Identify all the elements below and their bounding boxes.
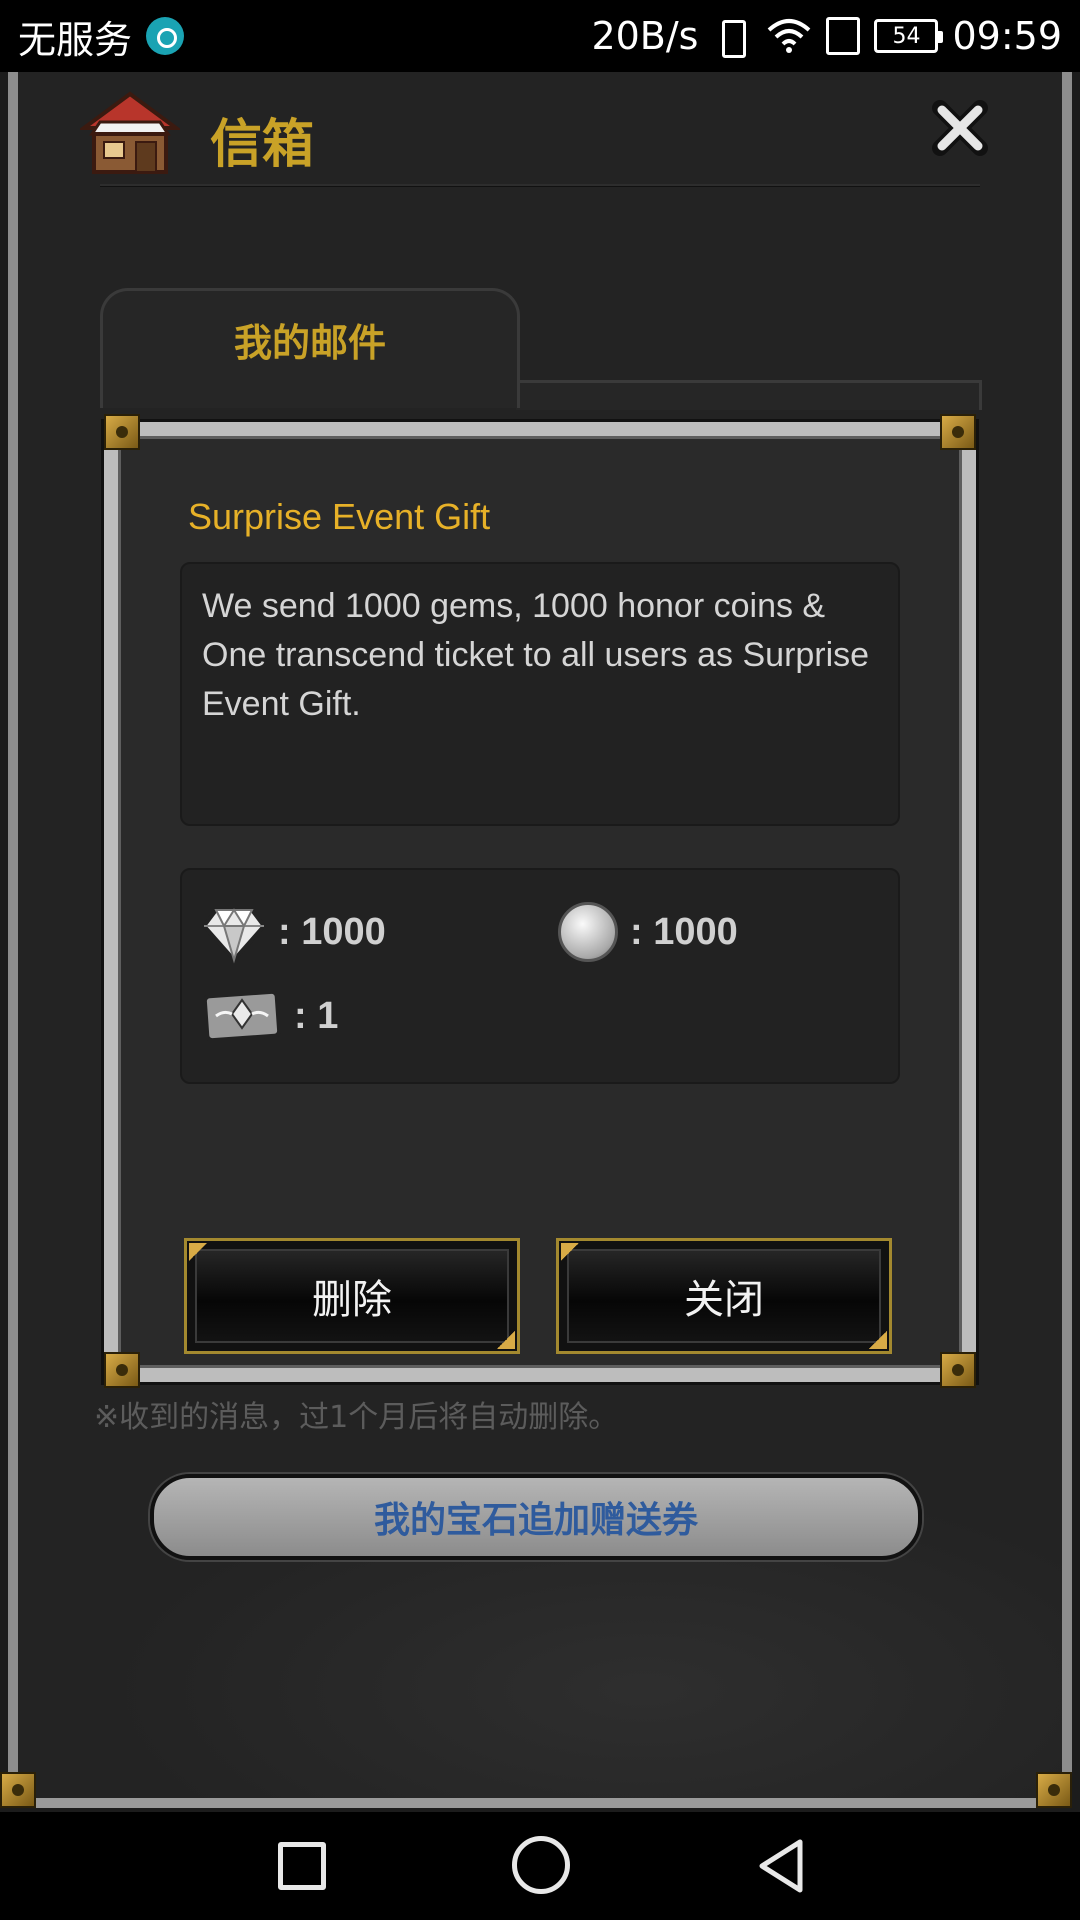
- clock: 09:59: [952, 14, 1062, 58]
- status-right: 20B/s 54 09:59: [591, 14, 1062, 58]
- dialog-corner: [940, 1352, 976, 1388]
- frame-corner: [1036, 1772, 1072, 1808]
- delete-button[interactable]: 删除: [184, 1238, 520, 1354]
- dialog-corner: [104, 414, 140, 450]
- dialog-corner: [104, 1352, 140, 1388]
- gem-bonus-coupon-button[interactable]: 我的宝石追加赠送券: [150, 1474, 922, 1560]
- tab-label: 我的邮件: [233, 321, 386, 365]
- navigation-bar: [0, 1812, 1080, 1920]
- mail-title: Surprise Event Gift: [188, 496, 491, 537]
- mail-detail-dialog: Surprise Event Gift We send 1000 gems, 1…: [104, 422, 976, 1382]
- dialog-corner: [940, 414, 976, 450]
- delete-button-label: 删除: [312, 1277, 392, 1323]
- status-bar: 无服务 20B/s 54 09:59: [0, 0, 1080, 72]
- wifi-icon: [768, 19, 811, 53]
- status-left: 无服务: [18, 9, 185, 64]
- home-icon[interactable]: [512, 1836, 570, 1894]
- reward-value: : 1000: [278, 910, 386, 953]
- gem-icon: [202, 908, 266, 964]
- game-area: 信箱 我的邮件 Surprise Event Gift We send 1000…: [0, 72, 1080, 1812]
- header-divider: [100, 184, 980, 187]
- mailbox-header: 信箱: [80, 82, 988, 192]
- sim-icon: [826, 17, 861, 55]
- recent-apps-icon[interactable]: [278, 1842, 326, 1890]
- reward-value: : 1: [294, 994, 339, 1037]
- mail-body: We send 1000 gems, 1000 honor coins & On…: [180, 562, 900, 826]
- back-icon[interactable]: [756, 1838, 806, 1894]
- timer-icon: [146, 17, 185, 55]
- tab-strip: [516, 380, 982, 410]
- gem-bonus-coupon-label: 我的宝石追加赠送券: [373, 1500, 698, 1541]
- auto-delete-notice: ※收到的消息，过1个月后将自动删除。: [94, 1400, 619, 1435]
- reward-gems: : 1000: [202, 900, 386, 964]
- reward-box: : 1000 : 1000 : 1: [180, 868, 900, 1084]
- reward-value: : 1000: [630, 910, 738, 953]
- battery-icon: 54: [874, 19, 944, 53]
- reward-honor-coins: : 1000: [558, 902, 738, 962]
- battery-level: 54: [892, 23, 921, 49]
- shop-house-icon: [80, 91, 180, 174]
- transcend-ticket-icon: [202, 989, 282, 1043]
- carrier-label: 无服务: [18, 17, 133, 62]
- tab-my-mail[interactable]: 我的邮件: [100, 288, 520, 408]
- close-icon[interactable]: [932, 100, 988, 156]
- reward-transcend-ticket: : 1: [202, 988, 338, 1044]
- vibrate-icon: [712, 16, 752, 58]
- network-speed: 20B/s: [591, 14, 699, 58]
- close-button[interactable]: 关闭: [556, 1238, 892, 1354]
- frame-corner: [0, 1772, 36, 1808]
- page-title: 信箱: [210, 115, 315, 175]
- honor-coin-icon: [558, 902, 618, 962]
- close-button-label: 关闭: [684, 1277, 764, 1323]
